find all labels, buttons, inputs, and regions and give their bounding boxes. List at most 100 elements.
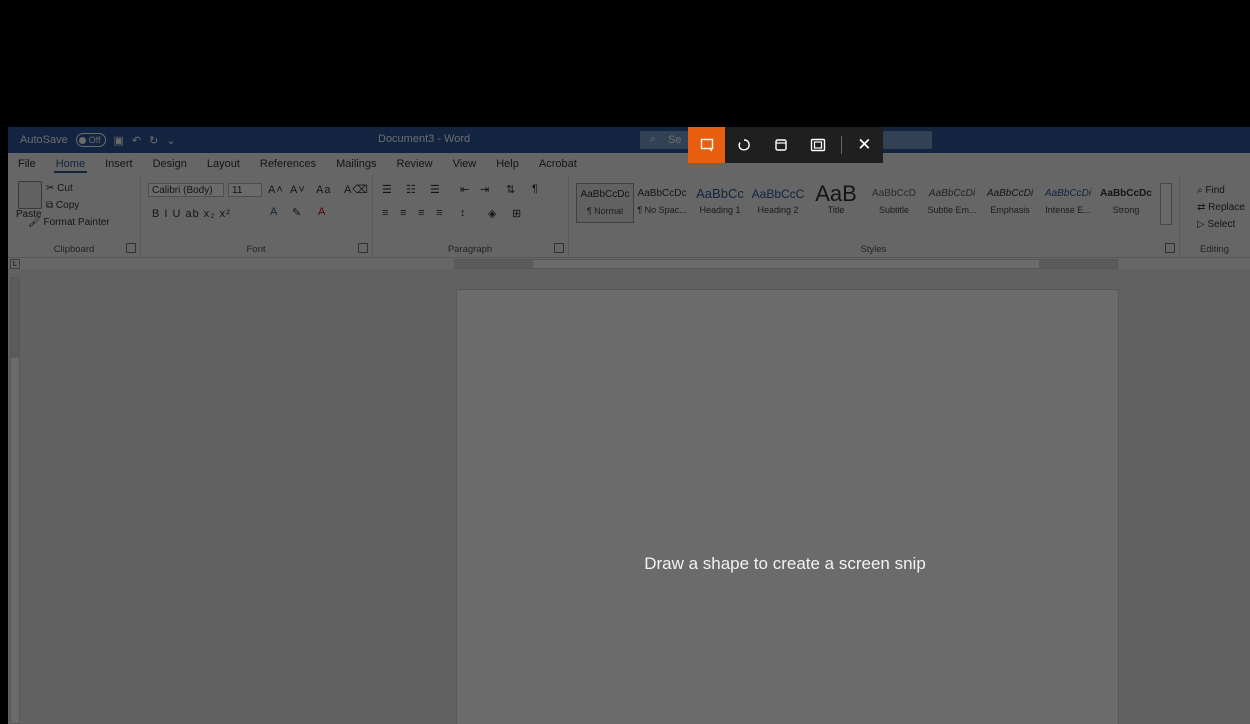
style-name: ¶ No Spac... [637,205,687,215]
fullscreen-snip-button[interactable] [800,127,837,163]
font-family-select[interactable]: Calibri (Body) [148,183,224,197]
grow-font-button[interactable]: A˄ [268,184,284,196]
tab-mailings[interactable]: Mailings [326,153,386,175]
borders-icon[interactable]: ⊞ [512,207,522,220]
paragraph-group-label: Paragraph [447,244,493,255]
freeform-snip-icon [738,139,750,151]
align-left-icon[interactable]: ≡ [382,207,389,219]
rectangle-snip-icon [700,138,713,152]
style-2[interactable]: AaBbCcDc ¶ No Spac... [634,183,690,221]
style-4[interactable]: AaBbCcC Heading 2 [750,183,806,221]
tab-home[interactable]: Home [46,153,95,175]
style-3[interactable]: AaBbCc Heading 1 [692,183,748,221]
ribbon-tabs: File Home Insert Design Layout References Mail… [8,153,1250,175]
select-button[interactable]: ▷ Select [1197,219,1235,230]
format-painter-button[interactable]: 🖌 Format Painter [28,217,110,228]
style-sample: AaBbCcDi [928,188,976,199]
style-sample: AaBbCcDc [1100,188,1152,199]
style-8[interactable]: AaBbCcDi Emphasis [982,183,1038,221]
sort-icon[interactable]: ⇅ [506,183,516,196]
style-6[interactable]: AaBbCcD Subtitle [866,183,922,221]
text-effects-icon[interactable]: A [270,206,278,218]
snip-hint-text: Draw a shape to create a screen snip [644,554,926,573]
tab-help[interactable]: Help [486,153,529,175]
paragraph-launcher-icon[interactable] [554,243,564,253]
style-name: Emphasis [990,205,1030,215]
style-name: Subtle Em... [927,205,977,215]
tab-insert[interactable]: Insert [95,153,143,175]
style-sample: AaB [815,183,857,205]
style-sample: AaBbCcC [751,187,805,201]
autosave-toggle[interactable]: Off [75,133,106,147]
numbering-icon[interactable]: ☷ [406,183,417,196]
customize-qat-icon[interactable]: ⌄ [166,134,175,147]
vertical-ruler[interactable] [10,277,20,724]
snip-toolbar-divider [840,136,842,154]
show-formatting-button[interactable]: ¶ [532,183,539,195]
font-group: Calibri (Body) 11 A˄ A˅ Aa A⌫ B I U ab x… [140,175,373,257]
autosave-label: AutoSave [20,134,68,146]
tab-selector[interactable]: L [10,259,20,269]
paste-icon[interactable] [18,181,42,209]
window-snip-button[interactable] [762,127,799,163]
tab-view[interactable]: View [443,153,487,175]
align-center-icon[interactable]: ≡ [400,207,407,219]
style-name: Heading 1 [699,205,741,215]
close-snip-button[interactable]: ✕ [846,127,883,163]
highlight-icon[interactable]: ✎ [292,206,302,219]
decrease-indent-icon[interactable]: ⇤ [460,183,470,196]
horizontal-ruler[interactable] [454,259,1118,269]
change-case-button[interactable]: Aa [316,184,331,196]
word-window: AutoSave Off ▣ ↶ ↻ ⌄ Document3 - Word ⌕ … [8,127,1250,724]
font-size-select[interactable]: 11 [228,183,262,197]
line-spacing-icon[interactable]: ↕ [460,207,467,219]
undo-icon[interactable]: ↶ [132,134,141,147]
style-9[interactable]: AaBbCcDi Intense E... [1040,183,1096,221]
save-icon[interactable]: ▣ [114,134,124,147]
clear-formatting-icon[interactable]: A⌫ [344,183,369,196]
tab-file[interactable]: File [8,153,46,175]
tab-acrobat[interactable]: Acrobat [529,153,587,175]
style-name: Intense E... [1045,205,1091,215]
increase-indent-icon[interactable]: ⇥ [480,183,490,196]
style-10[interactable]: AaBbCcDc Strong [1098,183,1154,221]
tab-layout[interactable]: Layout [197,153,250,175]
tab-review[interactable]: Review [387,153,443,175]
ribbon: Paste ✂ Cut ⧉ Copy 🖌 Format Painter Clip… [8,175,1250,258]
shrink-font-button[interactable]: A˅ [290,184,306,196]
font-launcher-icon[interactable] [358,243,368,253]
multilevel-list-icon[interactable]: ☰ [430,183,441,196]
font-format-buttons[interactable]: B I U ab x₂ x² [152,208,231,220]
shading-icon[interactable]: ◈ [488,207,497,220]
replace-button[interactable]: ⇄ Replace [1197,202,1245,213]
style-7[interactable]: AaBbCcDi Subtle Em... [924,183,980,221]
editing-group: ⌕ Find ⇄ Replace ▷ Select Editing [1179,175,1250,257]
rectangular-snip-button[interactable] [688,127,726,163]
bullets-icon[interactable]: ☰ [382,183,393,196]
styles-gallery-scroll[interactable] [1160,183,1172,225]
cut-button[interactable]: ✂ Cut [46,183,73,194]
clipboard-group-label: Clipboard [53,244,95,255]
find-button[interactable]: ⌕ Find [1197,185,1225,196]
copy-button[interactable]: ⧉ Copy [46,200,79,211]
style-1[interactable]: AaBbCcDc ¶ Normal [576,183,634,223]
style-name: ¶ Normal [586,206,624,216]
justify-icon[interactable]: ≡ [436,207,443,219]
freeform-snip-button[interactable] [725,127,762,163]
tab-design[interactable]: Design [143,153,197,175]
style-sample: AaBbCcDi [986,188,1034,199]
document-area[interactable] [8,269,1250,724]
style-5[interactable]: AaB Title [808,183,864,221]
redo-icon[interactable]: ↻ [149,134,158,147]
tab-references[interactable]: References [250,153,326,175]
align-right-icon[interactable]: ≡ [418,207,425,219]
style-sample: AaBbCcDi [1044,188,1092,199]
styles-group-label: Styles [860,244,887,255]
style-sample: AaBbCcD [872,188,916,199]
window-snip-icon [775,139,787,151]
editing-group-label: Editing [1199,244,1230,255]
document-page[interactable] [456,289,1119,724]
styles-launcher-icon[interactable] [1165,243,1175,253]
font-color-icon[interactable]: A [318,206,326,218]
clipboard-launcher-icon[interactable] [126,243,136,253]
